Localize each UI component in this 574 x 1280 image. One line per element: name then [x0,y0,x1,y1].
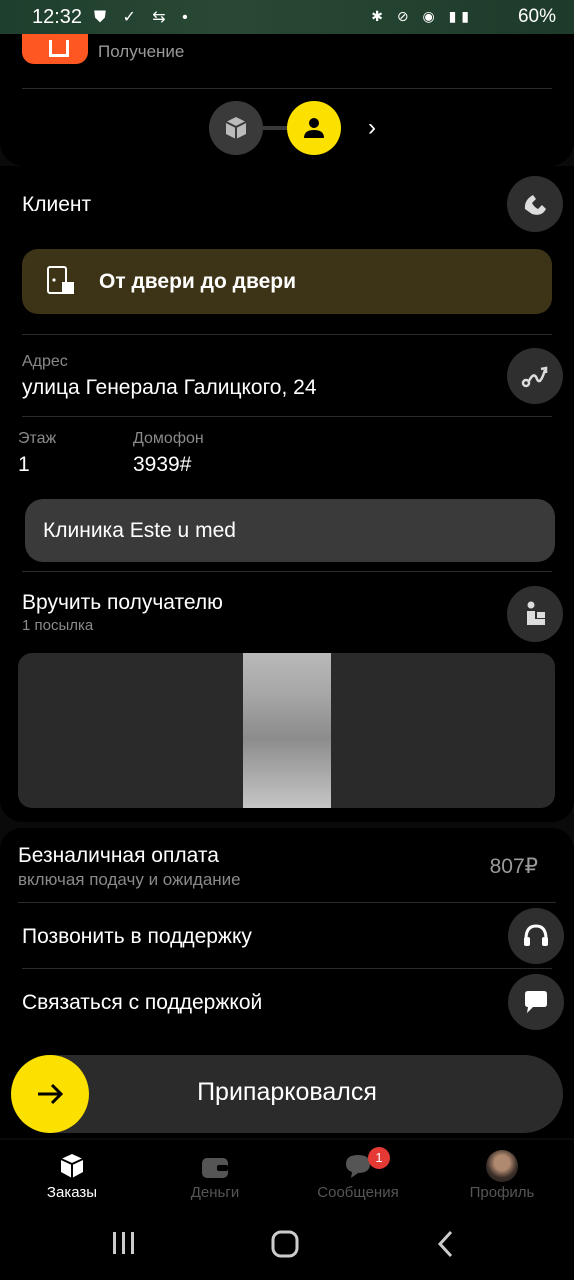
step-client[interactable] [287,101,341,155]
nav-money[interactable]: Деньги [155,1144,275,1201]
nav-orders[interactable]: Заказы [12,1144,132,1201]
floor-value: 1 [18,453,30,476]
nav-orders-label: Заказы [46,1184,98,1201]
chat-support-label[interactable]: Связаться с поддержкой [22,991,262,1015]
nav-money-label: Деньги [190,1184,240,1201]
divider [22,334,552,335]
status-notification-icons: ⛊ ✓ ⇆ • [94,9,194,26]
handover-title: Вручить получателю [22,591,223,614]
call-support-label[interactable]: Позвонить в поддержку [22,925,252,949]
status-bar [0,0,574,36]
route-icon [521,366,548,388]
parcel-photo[interactable] [243,653,331,808]
payment-subtitle: включая подачу и ожидание [18,870,241,889]
address-label: Адрес [22,353,68,370]
intercom-value: 3939# [133,453,192,476]
headset-icon [524,924,548,946]
door-icon [46,265,76,302]
status-signal-icons: ✱ ⊘ ◉ ▮▮ [371,8,474,24]
route-button[interactable] [507,348,563,404]
nav-messages-label: Сообщения [317,1184,399,1201]
chat-bubble-icon [525,991,547,1013]
handover-subtitle: 1 посылка [22,617,94,634]
wallet-icon [202,1158,228,1178]
orders-box-icon [60,1154,84,1178]
divider [22,968,552,969]
handover-button[interactable] [507,586,563,642]
map-background [0,0,574,36]
avatar [486,1150,518,1182]
stage-label: Получение [98,42,185,61]
address-value: улица Генерала Галицкого, 24 [22,376,317,399]
messages-badge: 1 [368,1147,390,1169]
divider [18,902,556,903]
client-title: Клиент [22,193,92,216]
client-comment-text: Клиника Este u med [43,519,236,542]
home-icon[interactable] [270,1229,300,1264]
status-time: 12:32 [32,6,83,28]
step-package[interactable] [209,101,263,155]
divider [22,88,552,89]
chevron-right-icon[interactable]: › [368,114,376,142]
phone-icon [524,195,546,215]
payment-title: Безналичная оплата [18,844,219,867]
intercom-label: Домофон [133,430,204,447]
divider [22,571,552,572]
parked-label: Припарковался [197,1078,377,1106]
divider [22,416,552,417]
battery-level: 60% [517,6,556,27]
person-icon [304,118,324,138]
delivery-type-label: От двери до двери [99,270,297,293]
package-icon [225,117,247,139]
nav-profile[interactable]: Профиль [442,1144,562,1201]
nav-profile-label: Профиль [469,1184,535,1201]
handover-person-icon [527,601,545,625]
call-client-button[interactable] [507,176,563,232]
chat-support-button[interactable] [508,974,564,1030]
back-icon[interactable] [434,1229,458,1264]
floor-label: Этаж [18,430,57,447]
store-logo [22,34,88,64]
call-support-button[interactable] [508,908,564,964]
payment-price: 807₽ [489,855,538,878]
recent-apps-icon[interactable] [110,1230,138,1261]
nav-messages[interactable]: Сообщения [298,1144,418,1201]
